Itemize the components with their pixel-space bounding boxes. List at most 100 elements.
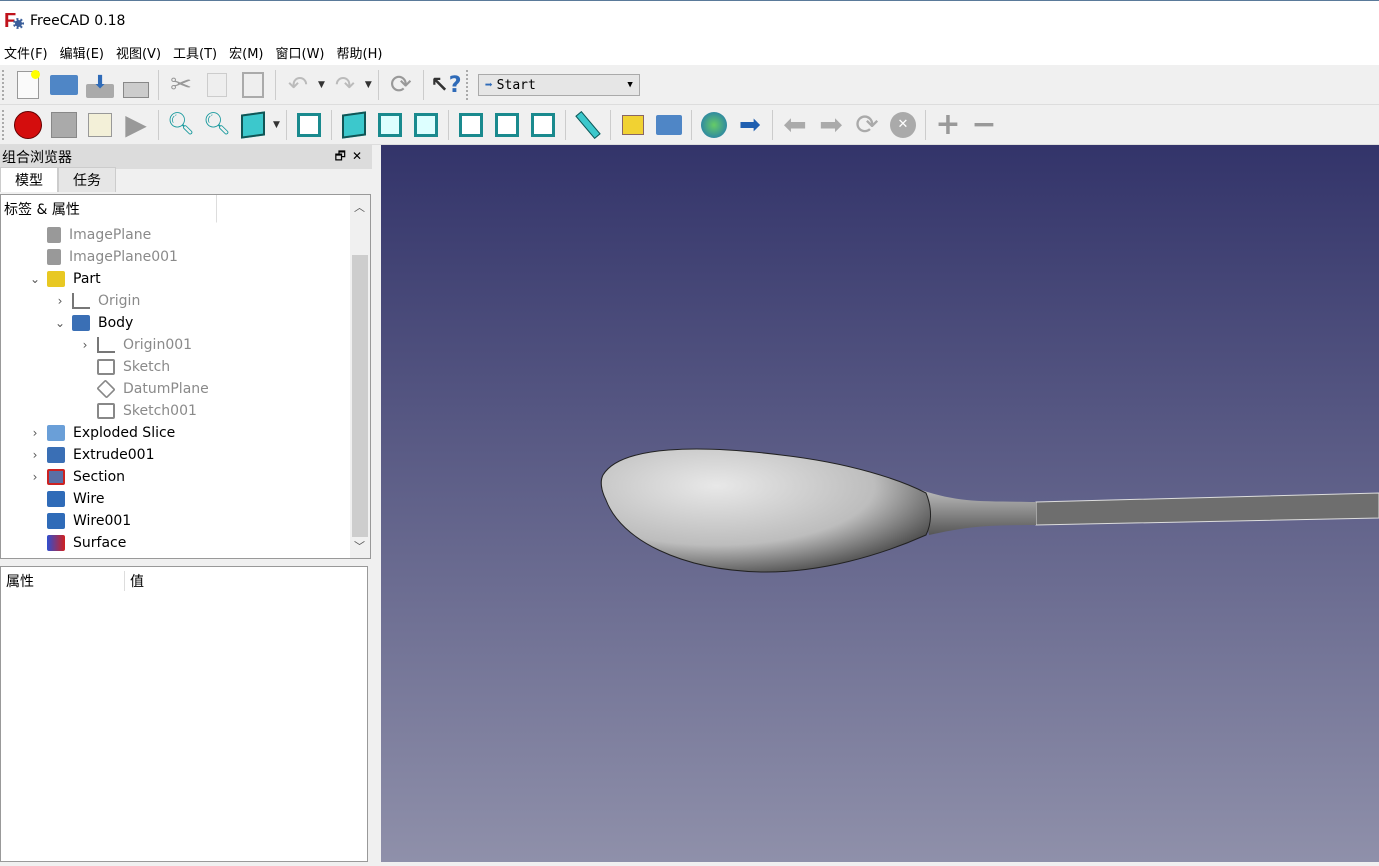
reload-icon[interactable]: ⟳ [852,108,882,141]
open-folder-icon[interactable] [49,70,79,100]
toolbar-grip[interactable] [2,70,8,100]
expander-icon[interactable]: › [52,294,68,308]
expander-icon[interactable]: ⌄ [27,272,43,286]
property-column-header[interactable]: 属性 [1,571,125,591]
spoon-bowl [600,448,931,573]
tree-item[interactable]: › Exploded Slice [27,422,175,444]
run-macro-icon[interactable]: ▶ [121,108,151,141]
value-column-header[interactable]: 值 [125,571,144,591]
new-document-icon[interactable] [13,70,43,100]
menu-help[interactable]: 帮助(H) [333,43,391,62]
float-panel-icon[interactable]: 🗗 [335,149,352,163]
menu-edit[interactable]: 编辑(E) [56,43,112,62]
view-right-icon[interactable] [411,110,441,140]
tree-item[interactable]: ⌄ Part [27,268,101,290]
tree-item-label: Sketch [123,359,171,375]
tree-item[interactable]: Surface [27,532,126,554]
wire-icon [47,513,65,529]
copy-icon[interactable] [202,70,232,100]
tree-item[interactable]: › Origin001 [77,334,192,356]
print-icon[interactable] [121,70,151,100]
menu-window[interactable]: 窗口(W) [272,43,333,62]
view-rear-icon[interactable] [456,110,486,140]
start-page-arrow-icon[interactable]: ➡ [735,110,765,140]
redo-icon[interactable]: ↷ [330,70,360,100]
measure-ruler-icon[interactable] [573,110,603,140]
spoon-model [600,448,1379,573]
tree-item[interactable]: ImagePlane [27,224,151,246]
view-isometric-icon[interactable] [294,110,324,140]
stop-macro-icon[interactable] [49,110,79,140]
scroll-down-icon[interactable]: ﹀ [354,538,365,554]
create-group-icon[interactable] [654,110,684,140]
fit-selection-icon[interactable]: 🔍︎ [202,110,232,140]
tree-item[interactable]: Sketch001 [77,400,197,422]
tree-item[interactable]: › Extrude001 [27,444,154,466]
save-icon[interactable]: ⬇ [85,70,115,100]
edit-macro-icon[interactable] [85,110,115,140]
tree-item[interactable]: DatumPlane [77,378,209,400]
scrollbar-thumb[interactable] [352,255,368,537]
back-icon[interactable]: ⬅ [780,108,810,141]
tree-column-header[interactable]: 标签 & 属性 [1,195,217,223]
arrow-right-icon: ➡ [484,77,493,93]
tree-item[interactable]: ⌄ Body [52,312,133,334]
menu-file[interactable]: 文件(F) [0,43,56,62]
tree-item-label: Body [98,315,134,331]
tree-item[interactable]: Wire [27,488,105,510]
expander-icon[interactable]: › [27,426,43,440]
datum-plane-icon [96,379,116,399]
tab-model[interactable]: 模型 [0,167,58,192]
view-menu-dropdown-icon[interactable]: ▼ [273,120,280,130]
view-top-icon[interactable] [375,110,405,140]
cut-icon[interactable]: ✂ [166,70,196,100]
scroll-up-icon[interactable]: ︿ [354,199,365,215]
fit-all-icon[interactable]: 🔍︎ [166,110,196,140]
3d-viewport[interactable] [381,145,1379,862]
tree-scrollbar[interactable]: ︿ ﹀ [350,195,370,558]
menu-tools[interactable]: 工具(T) [169,43,225,62]
paste-icon[interactable] [238,70,268,100]
property-view: 属性值 [0,566,368,862]
undo-icon[interactable]: ↶ [283,70,313,100]
expander-icon[interactable]: ⌄ [52,316,68,330]
view-front-icon[interactable] [339,110,369,140]
expander-icon[interactable]: › [27,448,43,462]
redo-dropdown-icon[interactable]: ▼ [365,80,372,90]
menu-view[interactable]: 视图(V) [112,43,169,62]
workbench-selector[interactable]: ➡ Start ▼ [477,74,640,96]
tree-item[interactable]: › Section [27,466,125,488]
tree-item-label: Surface [73,535,127,551]
tree-item-label: Wire [73,491,105,507]
menu-macro[interactable]: 宏(M) [225,43,271,62]
stop-loading-icon[interactable]: ✕ [888,110,918,140]
toolbar-grip[interactable] [465,70,472,100]
forward-icon[interactable]: ➡ [816,108,846,141]
create-part-icon[interactable] [618,110,648,140]
tree-item[interactable]: Sketch [77,356,170,378]
expander-icon[interactable]: › [27,470,43,484]
view-bottom-icon[interactable] [492,110,522,140]
record-macro-icon[interactable] [13,110,43,140]
toolbar-grip[interactable] [2,109,8,140]
view-toolbar: ▶ 🔍︎ 🔍︎ ▼ ➡ ⬅ ➡ ⟳ ✕ + − [0,105,1379,145]
isometric-view-icon[interactable] [238,110,268,140]
sketch-icon [97,359,115,375]
workbench-label: Start [496,77,536,93]
tree-item[interactable]: Wire001 [27,510,131,532]
tab-tasks[interactable]: 任务 [58,167,116,192]
view-left-icon[interactable] [528,110,558,140]
web-globe-icon[interactable] [699,110,729,140]
tree-item[interactable]: ImagePlane001 [27,246,178,268]
whats-this-icon[interactable]: ↖? [430,70,461,100]
refresh-icon[interactable]: ⟳ [386,70,416,100]
expander-icon[interactable]: › [77,338,93,352]
undo-dropdown-icon[interactable]: ▼ [318,80,325,90]
tree-item[interactable]: › Origin [52,290,140,312]
zoom-in-icon[interactable]: + [933,107,963,142]
close-panel-icon[interactable]: ✕ [352,149,368,163]
zoom-out-icon[interactable]: − [969,107,999,142]
sketch-icon [97,403,115,419]
body-icon [72,315,90,331]
model-tree[interactable]: 标签 & 属性 ImagePlane ImagePlane001 ⌄ Part › Ori… [0,194,371,559]
